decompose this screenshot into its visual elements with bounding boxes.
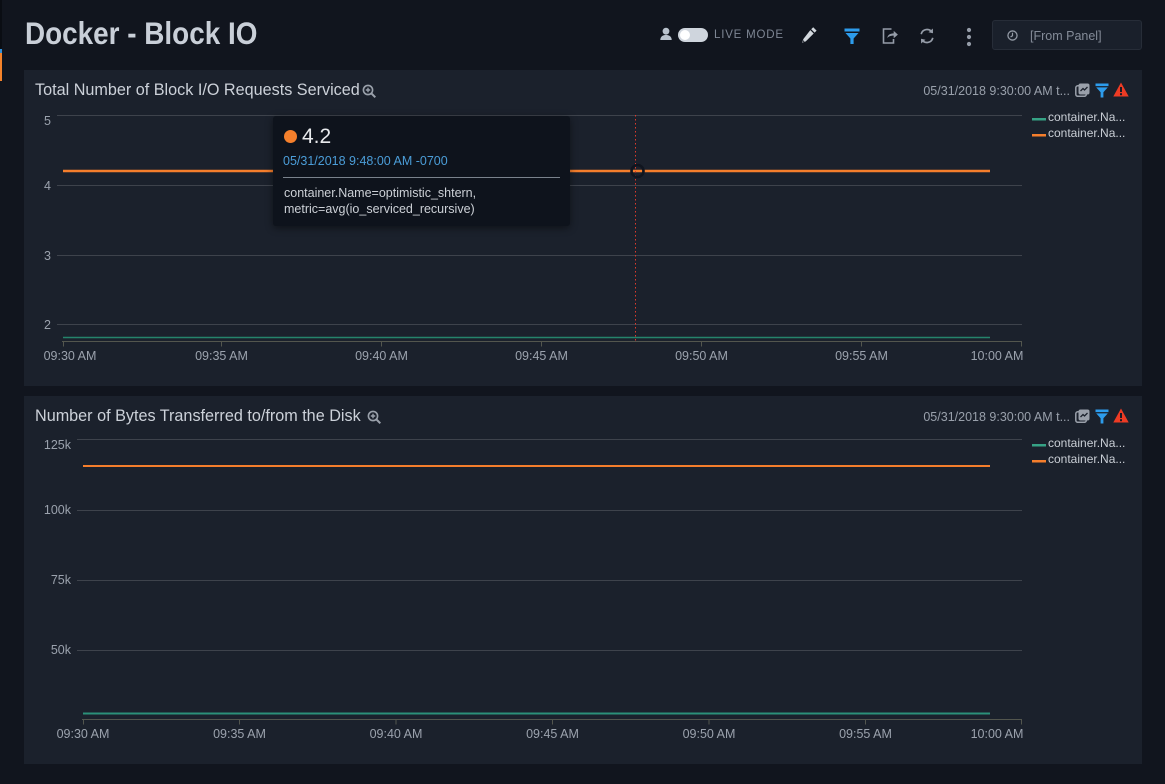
svg-text:09:50 AM: 09:50 AM [683, 727, 736, 741]
svg-text:10:00 AM: 10:00 AM [971, 349, 1024, 363]
svg-text:09:40 AM: 09:40 AM [355, 349, 408, 363]
svg-text:09:45 AM: 09:45 AM [515, 349, 568, 363]
svg-text:09:30 AM: 09:30 AM [44, 349, 97, 363]
svg-text:75k: 75k [51, 573, 72, 587]
svg-text:09:55 AM: 09:55 AM [835, 349, 888, 363]
svg-text:3: 3 [44, 249, 51, 263]
svg-text:2: 2 [44, 318, 51, 332]
svg-text:09:50 AM: 09:50 AM [675, 349, 728, 363]
svg-text:50k: 50k [51, 643, 72, 657]
svg-text:5: 5 [44, 114, 51, 128]
svg-text:09:30 AM: 09:30 AM [57, 727, 110, 741]
svg-text:4: 4 [44, 179, 51, 193]
svg-text:125k: 125k [44, 438, 72, 452]
svg-text:09:55 AM: 09:55 AM [839, 727, 892, 741]
svg-text:09:45 AM: 09:45 AM [526, 727, 579, 741]
svg-text:09:40 AM: 09:40 AM [370, 727, 423, 741]
svg-text:09:35 AM: 09:35 AM [213, 727, 266, 741]
svg-text:10:00 AM: 10:00 AM [971, 727, 1024, 741]
svg-text:100k: 100k [44, 503, 72, 517]
svg-text:09:35 AM: 09:35 AM [195, 349, 248, 363]
